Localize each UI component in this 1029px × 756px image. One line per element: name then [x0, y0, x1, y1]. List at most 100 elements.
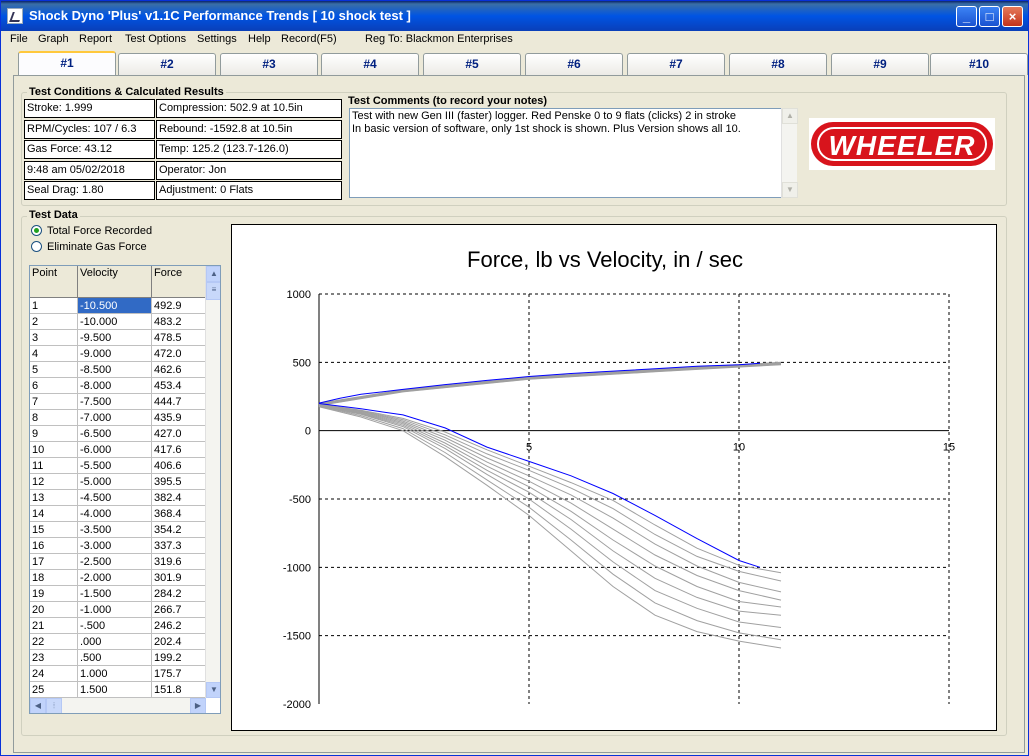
- table-cell-velocity[interactable]: .500: [78, 650, 152, 666]
- table-cell-force[interactable]: 199.2: [152, 650, 206, 666]
- minimize-button[interactable]: _: [956, 6, 977, 27]
- table-cell-velocity[interactable]: -10.500: [78, 298, 152, 314]
- table-cell-point[interactable]: 23: [30, 650, 78, 666]
- radio-total-force[interactable]: Total Force Recorded: [31, 225, 152, 237]
- tab-3[interactable]: #3: [220, 53, 318, 75]
- table-vscrollbar[interactable]: ▲ ≡ ▼: [205, 266, 220, 698]
- table-cell-point[interactable]: 14: [30, 506, 78, 522]
- tab-1[interactable]: #1: [18, 51, 116, 75]
- column-header-velocity[interactable]: Velocity: [78, 266, 152, 298]
- scroll-left-arrow-icon[interactable]: ◀: [30, 698, 46, 713]
- scroll-up-arrow-icon[interactable]: ▲: [206, 266, 220, 282]
- table-cell-force[interactable]: 435.9: [152, 410, 206, 426]
- close-button[interactable]: ×: [1002, 6, 1023, 27]
- table-cell-velocity[interactable]: -7.500: [78, 394, 152, 410]
- table-hscrollbar[interactable]: ◀ ⦙ ▶: [30, 698, 206, 713]
- table-cell-velocity[interactable]: -8.000: [78, 378, 152, 394]
- force-velocity-chart[interactable]: Force, lb vs Velocity, in / sec 1000 500 0…: [231, 224, 997, 731]
- menu-test-options[interactable]: Test Options: [125, 33, 186, 45]
- table-cell-force[interactable]: 382.4: [152, 490, 206, 506]
- table-cell-force[interactable]: 175.7: [152, 666, 206, 682]
- table-cell-point[interactable]: 10: [30, 442, 78, 458]
- table-cell-point[interactable]: 5: [30, 362, 78, 378]
- table-cell-point[interactable]: 3: [30, 330, 78, 346]
- table-cell-point[interactable]: 1: [30, 298, 78, 314]
- table-cell-force[interactable]: 444.7: [152, 394, 206, 410]
- table-cell-velocity[interactable]: -5.000: [78, 474, 152, 490]
- comments-textarea[interactable]: Test with new Gen III (faster) logger. R…: [349, 108, 797, 198]
- table-cell-point[interactable]: 12: [30, 474, 78, 490]
- table-cell-point[interactable]: 4: [30, 346, 78, 362]
- menu-file[interactable]: File: [10, 33, 28, 45]
- table-cell-force[interactable]: 406.6: [152, 458, 206, 474]
- table-cell-point[interactable]: 8: [30, 410, 78, 426]
- maximize-button[interactable]: □: [979, 6, 1000, 27]
- table-cell-velocity[interactable]: -6.500: [78, 426, 152, 442]
- scroll-down-arrow-icon[interactable]: ▼: [782, 182, 798, 198]
- table-cell-velocity[interactable]: -.500: [78, 618, 152, 634]
- test-data-table[interactable]: Point Velocity Force 1 -10.500 492.9 2 -10.0…: [29, 265, 221, 714]
- table-cell-point[interactable]: 13: [30, 490, 78, 506]
- table-cell-force[interactable]: 453.4: [152, 378, 206, 394]
- table-cell-velocity[interactable]: -8.500: [78, 362, 152, 378]
- title-bar[interactable]: Shock Dyno 'Plus' v1.1C Performance Tren…: [1, 1, 1028, 31]
- table-cell-velocity[interactable]: .000: [78, 634, 152, 650]
- table-cell-velocity[interactable]: -5.500: [78, 458, 152, 474]
- tab-7[interactable]: #7: [627, 53, 725, 75]
- table-cell-velocity[interactable]: 1.000: [78, 666, 152, 682]
- table-cell-force[interactable]: 483.2: [152, 314, 206, 330]
- table-cell-velocity[interactable]: -10.000: [78, 314, 152, 330]
- table-cell-point[interactable]: 25: [30, 682, 78, 698]
- table-cell-point[interactable]: 7: [30, 394, 78, 410]
- menu-report[interactable]: Report: [79, 33, 112, 45]
- table-cell-velocity[interactable]: -4.000: [78, 506, 152, 522]
- column-header-point[interactable]: Point: [30, 266, 78, 298]
- table-cell-force[interactable]: 417.6: [152, 442, 206, 458]
- radio-eliminate-gas[interactable]: Eliminate Gas Force: [31, 241, 147, 253]
- menu-settings[interactable]: Settings: [197, 33, 237, 45]
- table-cell-velocity[interactable]: -6.000: [78, 442, 152, 458]
- table-cell-force[interactable]: 492.9: [152, 298, 206, 314]
- table-cell-force[interactable]: 301.9: [152, 570, 206, 586]
- tab-8[interactable]: #8: [729, 53, 827, 75]
- table-cell-velocity[interactable]: -1.500: [78, 586, 152, 602]
- tab-9[interactable]: #9: [831, 53, 929, 75]
- table-cell-velocity[interactable]: -2.000: [78, 570, 152, 586]
- table-cell-force[interactable]: 478.5: [152, 330, 206, 346]
- table-cell-force[interactable]: 319.6: [152, 554, 206, 570]
- tab-2[interactable]: #2: [118, 53, 216, 75]
- table-cell-velocity[interactable]: 1.500: [78, 682, 152, 698]
- tab-10[interactable]: #10: [930, 53, 1028, 75]
- menu-help[interactable]: Help: [248, 33, 271, 45]
- table-cell-point[interactable]: 16: [30, 538, 78, 554]
- scroll-down-arrow-icon[interactable]: ▼: [206, 682, 220, 698]
- menu-record[interactable]: Record(F5): [281, 33, 337, 45]
- table-cell-point[interactable]: 20: [30, 602, 78, 618]
- table-cell-force[interactable]: 368.4: [152, 506, 206, 522]
- table-cell-point[interactable]: 18: [30, 570, 78, 586]
- table-cell-point[interactable]: 9: [30, 426, 78, 442]
- table-cell-point[interactable]: 24: [30, 666, 78, 682]
- table-cell-force[interactable]: 202.4: [152, 634, 206, 650]
- table-cell-velocity[interactable]: -4.500: [78, 490, 152, 506]
- comments-scrollbar[interactable]: ▲ ▼: [781, 108, 798, 198]
- scroll-up-arrow-icon[interactable]: ▲: [782, 108, 798, 124]
- app-icon[interactable]: [7, 8, 23, 24]
- table-cell-force[interactable]: 266.7: [152, 602, 206, 618]
- table-cell-velocity[interactable]: -1.000: [78, 602, 152, 618]
- scroll-right-arrow-icon[interactable]: ▶: [190, 698, 206, 713]
- table-cell-force[interactable]: 151.8: [152, 682, 206, 698]
- table-cell-force[interactable]: 472.0: [152, 346, 206, 362]
- table-cell-velocity[interactable]: -3.000: [78, 538, 152, 554]
- table-cell-force[interactable]: 337.3: [152, 538, 206, 554]
- tab-6[interactable]: #6: [525, 53, 623, 75]
- table-cell-velocity[interactable]: -3.500: [78, 522, 152, 538]
- table-cell-point[interactable]: 17: [30, 554, 78, 570]
- table-cell-force[interactable]: 427.0: [152, 426, 206, 442]
- table-cell-point[interactable]: 22: [30, 634, 78, 650]
- table-cell-force[interactable]: 462.6: [152, 362, 206, 378]
- table-cell-velocity[interactable]: -9.000: [78, 346, 152, 362]
- table-cell-point[interactable]: 21: [30, 618, 78, 634]
- table-cell-point[interactable]: 11: [30, 458, 78, 474]
- table-cell-point[interactable]: 19: [30, 586, 78, 602]
